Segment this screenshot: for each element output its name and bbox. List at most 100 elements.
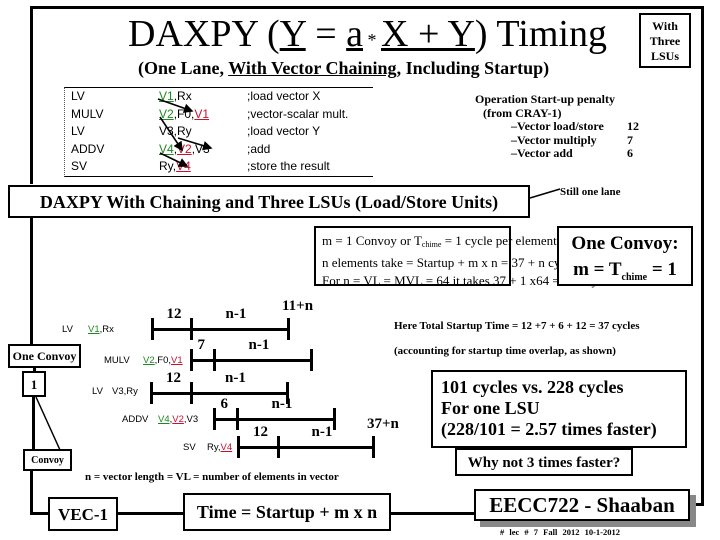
timeline-bar: [152, 327, 288, 331]
operand: V1: [88, 324, 100, 335]
timeline-bar: [151, 391, 287, 395]
timeline-tick: [276, 436, 280, 458]
convoy-line-2b: = 1: [647, 259, 677, 280]
time-formula: Time = Startup + m x n: [183, 493, 391, 531]
startup-note: (accounting for startup time overlap, as…: [394, 345, 616, 357]
penalty-label: –Vector add: [511, 146, 573, 160]
convoy-line-1: One Convoy:: [571, 233, 679, 254]
comparison-line: 101 cycles vs. 228 cycles: [441, 377, 624, 397]
timeline-tick: [189, 349, 193, 371]
segment-label: 6: [220, 396, 229, 412]
comparison-line: (228/101 = 2.57 times faster): [441, 419, 657, 439]
penalty-item: –Vector multiply 7: [475, 132, 633, 148]
n-definition: n = vector length = VL = number of eleme…: [85, 471, 339, 483]
m-line-1b: = 1 cycle per element: [441, 233, 557, 248]
segment-label: n-1: [225, 306, 247, 322]
timeline-operands: V3,Ry: [112, 386, 138, 397]
penalty-item: –Vector load/store 12: [475, 119, 639, 134]
timeline-tick: [371, 436, 375, 458]
timeline-operands: Ry,V4: [207, 442, 232, 453]
timeline-tick: [189, 382, 193, 404]
timeline-operands: V1,Rx: [88, 324, 114, 335]
m-line-2: n elements take = Startup + m x n = 37 +…: [322, 255, 581, 270]
timeline-tick: [309, 349, 313, 371]
timeline-instr: MULV: [104, 355, 130, 366]
operand: ,F0,: [154, 355, 171, 366]
why-question-box: Why not 3 times faster?: [455, 448, 633, 476]
timeline-instr: ADDV: [122, 414, 149, 425]
segment-label: 12: [166, 306, 182, 322]
convoy-line-2: m = Tchime = 1: [559, 257, 691, 291]
operand: ,Rx: [99, 324, 114, 335]
one-convoy-label: One Convoy: [8, 344, 81, 368]
vec-label: VEC-1: [48, 497, 118, 531]
penalty-value: 12: [627, 119, 639, 133]
section-title: DAXPY With Chaining and Three LSUs (Load…: [8, 185, 530, 218]
timeline-tick: [332, 408, 336, 430]
penalty-value: 7: [627, 132, 633, 147]
operand: V4: [158, 414, 170, 425]
m-line-1a: m = 1 Convoy or T: [322, 233, 422, 248]
penalty-source: (from CRAY-1): [483, 105, 562, 120]
timeline-operands: V4,V2,V3: [158, 414, 198, 425]
timeline-tick: [212, 349, 216, 371]
operand: V2: [172, 414, 184, 425]
startup-penalty-list: Operation Start-up penalty (from CRAY-1)…: [475, 92, 639, 161]
arrow-v1-to-mulv: [157, 98, 194, 113]
operand: V2: [143, 355, 155, 366]
still-one-lane-note: Still one lane: [560, 186, 621, 198]
comparison-box: 101 cycles vs. 228 cycles For one LSU (2…: [431, 370, 687, 448]
penalty-label: –Vector multiply: [511, 132, 597, 147]
timeline-instr: LV: [62, 324, 73, 335]
cycles-explanation-box: m = 1 Convoy or Tchime = 1 cycle per ele…: [314, 226, 618, 288]
chime-subscript: chime: [421, 240, 442, 249]
segment-label: n-1: [248, 337, 270, 353]
timeline-tick: [236, 436, 240, 458]
arrow-v3-to-addv: [177, 137, 213, 151]
timeline-bar: [191, 358, 311, 362]
still-one-lane-pointer: [529, 188, 561, 199]
segment-label: n-1: [225, 370, 246, 386]
segment-label: 7: [197, 337, 206, 353]
penalty-value: 6: [627, 146, 633, 160]
startup-total: Here Total Startup Time = 12 +7 + 6 + 12…: [394, 320, 640, 332]
operand: V1: [171, 355, 183, 366]
timeline-tick: [286, 318, 290, 340]
segment-label: n-1: [271, 396, 293, 412]
footer-lecture-info: # lec # 7 Fall 2012 10-1-2012: [500, 527, 620, 537]
timeline-tick: [149, 382, 153, 404]
operand: Ry,: [207, 442, 221, 453]
timeline-instr: SV: [183, 442, 196, 453]
convoy-pointer: [35, 396, 61, 451]
timeline-tick: [189, 318, 193, 340]
arrow-v4-to-sv: [159, 152, 189, 167]
end-label: 37+n: [367, 416, 399, 432]
chime-subscript: chime: [621, 272, 648, 283]
convoy-label: Convoy: [23, 449, 72, 471]
timeline-tick: [235, 408, 239, 430]
timeline-instr: LV: [92, 386, 103, 397]
timeline-tick: [150, 318, 154, 340]
course-label: EECC722 - Shaaban: [474, 489, 690, 521]
m-line-3: For n = VL = MVL = 64 it takes 37 + 1 x6…: [322, 273, 619, 288]
penalty-heading: Operation Start-up penalty: [475, 92, 616, 106]
convoy-count-box: 1: [22, 371, 46, 397]
operand: V3,Ry: [112, 386, 138, 397]
comparison-line: For one LSU: [441, 398, 540, 418]
timeline-operands: V2,F0,V1: [143, 355, 183, 366]
arrow-v2-to-addv: [159, 116, 183, 152]
timeline-tick: [212, 408, 216, 430]
timeline-bar: [214, 417, 334, 421]
one-convoy-box: One Convoy: m = Tchime = 1: [557, 226, 693, 286]
penalty-item: –Vector add 6: [475, 146, 633, 161]
m-line-1: m = 1 Convoy or Tchime = 1 cycle per ele…: [322, 232, 557, 254]
operand: ,V3: [183, 414, 199, 425]
convoy-line-2a: m = T: [573, 259, 622, 280]
segment-label: n-1: [311, 424, 333, 440]
segment-label: 12: [253, 424, 268, 440]
segment-label: 12: [166, 370, 181, 386]
end-label: 11+n: [282, 298, 314, 314]
penalty-label: –Vector load/store: [511, 119, 604, 133]
operand: V4: [220, 442, 233, 453]
timeline-bar: [238, 445, 373, 449]
